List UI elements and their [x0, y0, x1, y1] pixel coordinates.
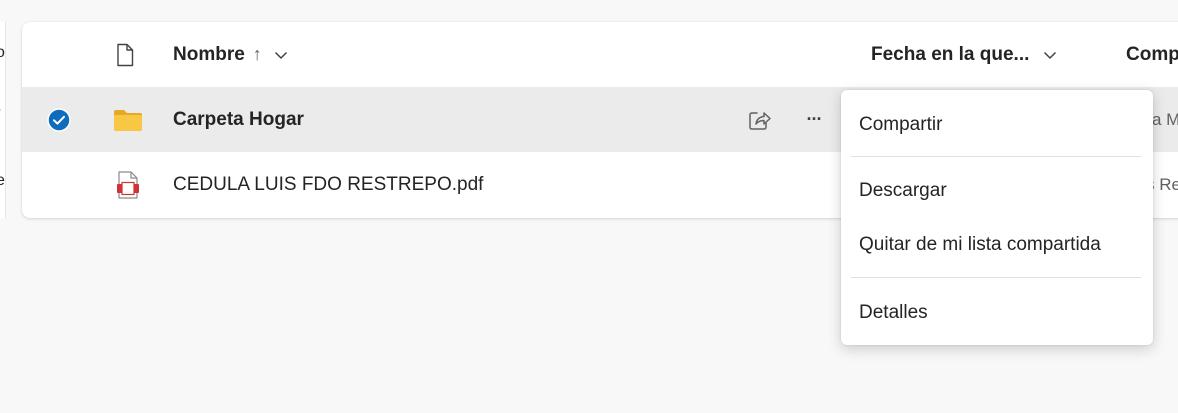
pdf-file-icon: [114, 152, 142, 217]
file-name-label: CEDULA LUIS FDO RESTREPO.pdf: [173, 173, 484, 195]
file-name[interactable]: CEDULA LUIS FDO RESTREPO.pdf: [173, 152, 483, 217]
menu-divider: [851, 277, 1141, 278]
menu-item-details[interactable]: Detalles: [841, 290, 1153, 336]
left-panel-row2-fragment: e: [0, 172, 5, 190]
more-options-icon[interactable]: ···: [800, 87, 828, 152]
menu-item-share[interactable]: Compartir: [841, 102, 1153, 148]
file-name[interactable]: Carpeta Hogar: [173, 87, 304, 152]
left-panel-clipped: o / e: [0, 22, 6, 218]
shared-by-text: a M: [1152, 109, 1178, 129]
column-header-date[interactable]: Fecha en la que...: [871, 22, 1057, 87]
file-list-header: Nombre ↑ Fecha en la que... Comp: [22, 22, 1178, 87]
chevron-down-icon[interactable]: [1043, 50, 1057, 60]
left-panel-header-fragment: o: [0, 44, 5, 62]
share-icon[interactable]: [746, 87, 774, 152]
file-type-icon[interactable]: [112, 22, 138, 87]
more-options-label: ···: [806, 109, 823, 129]
shared-by-cell: a M: [1152, 87, 1178, 152]
column-name-label: Nombre: [173, 43, 245, 65]
menu-item-download[interactable]: Descargar: [841, 168, 1153, 214]
menu-item-remove-from-shared[interactable]: Quitar de mi lista compartida: [841, 222, 1153, 268]
chevron-down-icon[interactable]: [274, 50, 288, 60]
selected-checkmark-icon[interactable]: [46, 87, 72, 152]
sort-ascending-icon: ↑: [252, 44, 262, 64]
column-header-shared-by[interactable]: Comp: [1126, 22, 1178, 87]
context-menu: Compartir Descargar Quitar de mi lista c…: [841, 90, 1153, 345]
file-name-label: Carpeta Hogar: [173, 108, 304, 130]
menu-divider: [851, 156, 1141, 157]
column-header-name[interactable]: Nombre ↑: [173, 22, 288, 87]
column-date-label: Fecha en la que...: [871, 43, 1030, 65]
column-shared-label: Comp: [1126, 43, 1178, 65]
folder-icon: [113, 87, 143, 152]
